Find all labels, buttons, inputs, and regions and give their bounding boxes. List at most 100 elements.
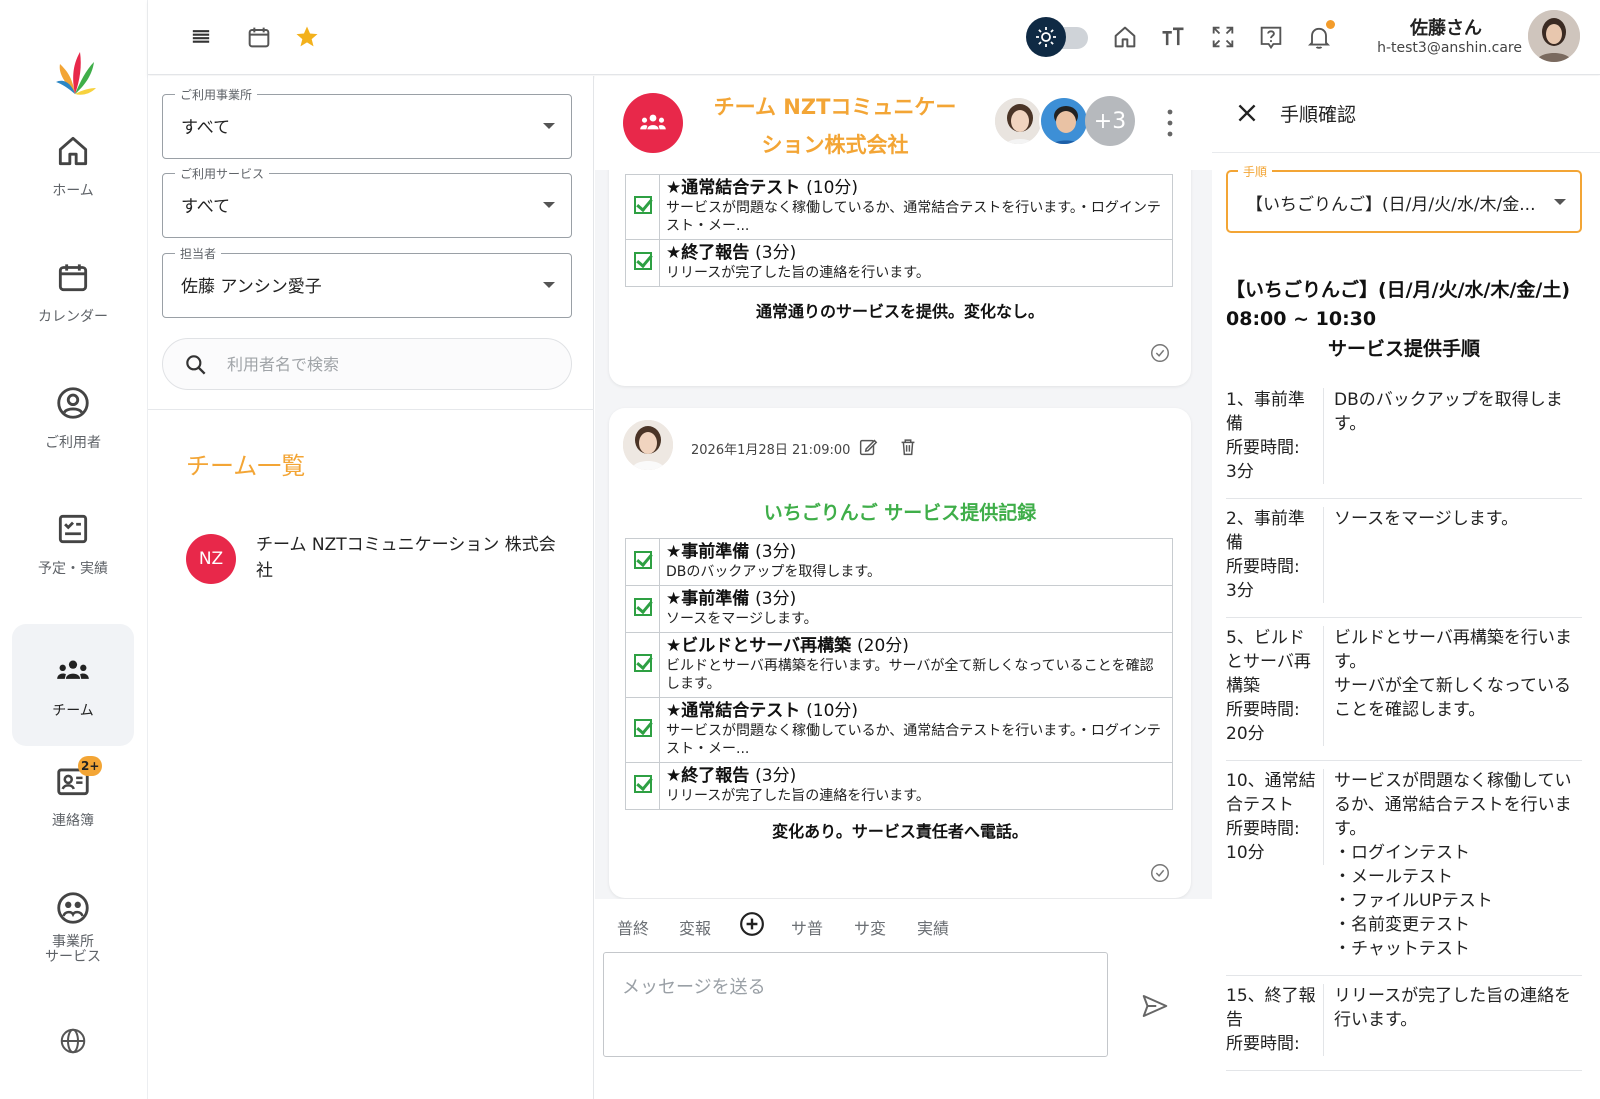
nav-team-label: チーム	[52, 702, 94, 719]
sun-icon	[1036, 27, 1056, 47]
step-name: ★ビルドとサーバ再構築	[666, 636, 852, 656]
procedure-step: 5、ビルドとサーバ再構築 所要時間: 20分ビルドとサーバ再構築を行います。 サ…	[1226, 618, 1582, 761]
office-select-label: ご利用事業所	[175, 86, 258, 103]
office-select[interactable]: ご利用事業所 すべて	[162, 86, 572, 159]
top-bar: 佐藤さん h-test3@anshin.care	[148, 0, 1600, 75]
app-logo	[56, 52, 96, 95]
search-input[interactable]	[227, 351, 557, 377]
procedure-title: 手順確認	[1280, 104, 1357, 126]
procedure-select[interactable]: 手順 【いちごりんご】(日/月/火/水/木/金...	[1226, 163, 1582, 233]
checkbox-checked-icon[interactable]	[633, 775, 652, 793]
table-row: ★事前準備 (3分) DBのバックアップを取得します。	[625, 538, 1173, 586]
user-avatar-image	[1528, 10, 1580, 62]
nav-home[interactable]: ホーム	[12, 104, 134, 226]
fullscreen-button[interactable]	[1204, 18, 1242, 56]
caret-down-icon	[543, 282, 555, 288]
calendar-icon	[58, 263, 88, 291]
user-circle-icon	[57, 386, 89, 419]
chat-header: チーム NZTコミュニケーション株式会社 +3	[595, 76, 1212, 170]
globe-icon[interactable]	[58, 1026, 88, 1056]
check-circle-icon	[1151, 344, 1169, 362]
quick-button-service-normal[interactable]: サ普	[791, 915, 823, 939]
checkbox-checked-icon[interactable]	[633, 252, 652, 270]
close-icon[interactable]	[1234, 100, 1260, 126]
edit-icon[interactable]	[857, 436, 879, 458]
text-size-button[interactable]	[1154, 18, 1192, 56]
message-timestamp: 2026年1月28日 21:09:00	[691, 443, 851, 458]
checklist-icon	[58, 514, 88, 543]
checkbox-checked-icon[interactable]	[633, 196, 652, 214]
notification-dot	[1326, 20, 1335, 29]
step-name: ★通常結合テスト	[666, 701, 801, 721]
step-name: ★終了報告	[666, 243, 750, 263]
procedure-step-desc: リリースが完了した旨の連絡を行います。	[1334, 986, 1572, 1030]
procedure-subheading: サービス提供手順	[1327, 338, 1480, 360]
menu-button[interactable]	[182, 18, 220, 56]
procedure-select-label: 手順	[1238, 163, 1273, 180]
quick-button-normal-end[interactable]: 普終	[617, 915, 649, 939]
checkbox-checked-icon[interactable]	[633, 719, 652, 737]
procedure-heading: 【いちごりんご】(日/月/火/水/木/金/土) 08:00 ~ 10:30	[1226, 279, 1571, 330]
side-nav: ホーム カレンダー ご利用者 予定・実績 チーム 2+ 連絡簿 事業所 サービス	[0, 0, 148, 1099]
quick-button-service-change[interactable]: サ変	[854, 915, 886, 939]
procedure-step: 10、通常結合テスト 所要時間: 10分サービスが問題なく稼働しているか、通常結…	[1226, 761, 1582, 976]
nav-users[interactable]: ご利用者	[12, 356, 134, 478]
step-description: サービスが問題なく稼働しているか、通常結合テストを行います。・ログインテスト・メ…	[666, 200, 1161, 234]
message-avatar-image	[623, 420, 673, 470]
help-button[interactable]	[1252, 18, 1290, 56]
procedure-step-name: 15、終了報告 所要時間:	[1226, 984, 1324, 1056]
team-avatar: NZ	[186, 534, 236, 584]
message-card: 2026年1月28日 21:09:00 いちごりんご サービス提供記録 ★事前準…	[609, 408, 1191, 898]
step-title: ★終了報告 (3分)	[666, 765, 1166, 787]
notifications-button[interactable]	[1300, 18, 1338, 56]
checkbox-cell	[625, 632, 660, 698]
more-vert-icon[interactable]	[1160, 106, 1180, 140]
team-list-item[interactable]: NZ チーム NZTコミュニケーション 株式会社	[186, 528, 576, 592]
step-cell: ★ビルドとサーバ再構築 (20分) ビルドとサーバ再構築を行います。サーバが全て…	[659, 632, 1173, 698]
procedure-step: 1、事前準備 所要時間: 3分DBのバックアップを取得します。	[1226, 380, 1582, 499]
checkbox-checked-icon[interactable]	[633, 598, 652, 616]
nav-team[interactable]: チーム	[12, 624, 134, 746]
table-row: ★ビルドとサーバ再構築 (20分) ビルドとサーバ再構築を行います。サーバが全て…	[625, 632, 1173, 698]
theme-toggle[interactable]	[1026, 17, 1088, 57]
step-name: ★終了報告	[666, 766, 750, 786]
avatar[interactable]	[1528, 10, 1580, 62]
nav-schedule[interactable]: 予定・実績	[12, 482, 134, 604]
checkbox-checked-icon[interactable]	[633, 654, 652, 672]
step-duration: (3分)	[755, 542, 797, 562]
nav-office-service[interactable]: 事業所 サービス	[12, 866, 134, 988]
checkbox-checked-icon[interactable]	[633, 551, 652, 569]
member-avatar[interactable]	[993, 96, 1043, 146]
nav-calendar[interactable]: カレンダー	[12, 230, 134, 352]
quick-button-actual[interactable]: 実績	[917, 915, 949, 939]
service-select[interactable]: ご利用サービス すべて	[162, 165, 572, 238]
nav-contact-book[interactable]: 2+ 連絡簿	[12, 734, 134, 856]
send-icon[interactable]	[1140, 991, 1170, 1021]
quick-button-change-report[interactable]: 変報	[679, 915, 711, 939]
team-icon	[57, 660, 89, 679]
message-input[interactable]	[603, 952, 1108, 1057]
procedure-step-name: 1、事前準備 所要時間: 3分	[1226, 388, 1324, 484]
nav-home-label: ホーム	[52, 182, 94, 199]
chat-panel: チーム NZTコミュニケーション株式会社 +3 ★通常結合テスト (10分) サ…	[595, 76, 1212, 1099]
more-members-count[interactable]: +3	[1085, 96, 1135, 146]
home-button[interactable]	[1106, 18, 1144, 56]
trash-icon[interactable]	[897, 436, 919, 458]
step-duration: (3分)	[755, 243, 797, 263]
step-name: ★通常結合テスト	[666, 178, 801, 198]
staff-select[interactable]: 担当者 佐藤 アンシン愛子	[162, 245, 572, 318]
member-avatar[interactable]	[1039, 96, 1089, 146]
procedure-step-name: 10、通常結合テスト 所要時間: 10分	[1226, 769, 1324, 865]
step-description: サービスが問題なく稼働しているか、通常結合テストを行います。・ログインテスト・メ…	[666, 723, 1161, 757]
avatar[interactable]	[623, 420, 673, 470]
team-chat-icon	[623, 93, 683, 153]
procedure-step-desc: ソースをマージします。	[1334, 509, 1519, 529]
add-circle-icon[interactable]	[739, 911, 765, 937]
calendar-button[interactable]	[240, 18, 278, 56]
step-description: DBのバックアップを取得します。	[666, 564, 881, 580]
help-icon	[1260, 26, 1282, 50]
favorite-button[interactable]	[288, 18, 326, 56]
record-table: ★通常結合テスト (10分) サービスが問題なく稼働しているか、通常結合テストを…	[625, 174, 1173, 287]
step-title: ★ビルドとサーバ再構築 (20分)	[666, 635, 1166, 657]
table-row: ★終了報告 (3分) リリースが完了した旨の連絡を行います。	[625, 239, 1173, 287]
